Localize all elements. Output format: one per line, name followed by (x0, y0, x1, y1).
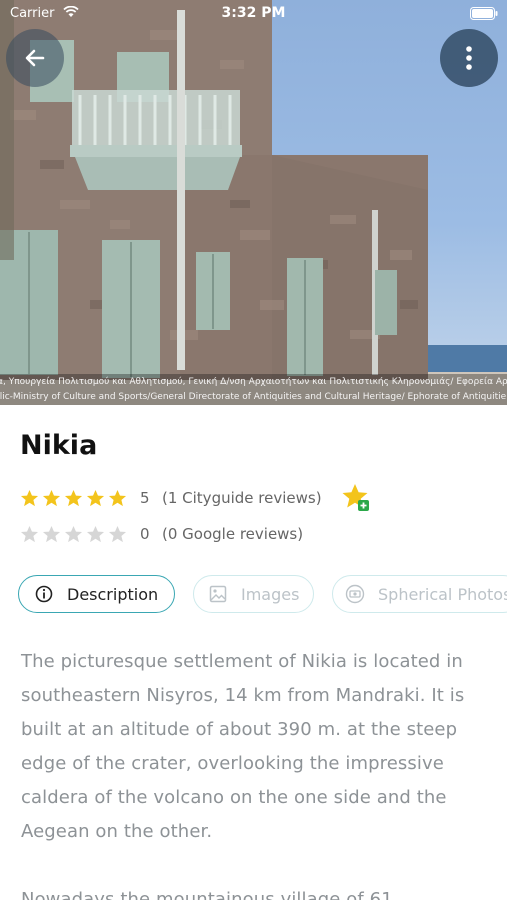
cityguide-star-icon (108, 489, 127, 506)
tab-spherical-photos-label: Spherical Photos (378, 584, 507, 604)
add-favorite-button[interactable] (340, 482, 372, 514)
google-star-icon (42, 525, 61, 542)
google-star-icon (64, 525, 83, 542)
google-star-icon (108, 525, 127, 542)
photo-credit: ία, Υπουργεία Πολιτισμού και Αθλητισμού,… (0, 374, 507, 405)
tab-description-label: Description (67, 584, 159, 604)
arrow-left-icon (25, 49, 45, 67)
battery-icon (470, 7, 498, 20)
google-star-icon (86, 525, 105, 542)
tab-spherical-photos[interactable]: Spherical Photos (332, 575, 507, 613)
cityguide-star-icon (64, 489, 83, 506)
photo-credit-text-2: blic-Ministry of Culture and Sports/Gene… (0, 392, 507, 402)
cityguide-reviews-label: (1 Cityguide reviews) (162, 489, 322, 507)
cityguide-stars (20, 489, 132, 508)
google-stars (20, 525, 132, 544)
panorama-icon (345, 584, 365, 604)
cityguide-star-icon (42, 489, 61, 506)
building-illustration (0, 0, 507, 405)
status-bar: Carrier 3:32 PM (0, 0, 507, 28)
photo-credit-text: ία, Υπουργεία Πολιτισμού και Αθλητισμού,… (0, 377, 507, 387)
google-rating-count: 0 (140, 525, 150, 543)
cityguide-rating-count: 5 (140, 489, 150, 507)
hero-photo: ία, Υπουργεία Πολιτισμού και Αθλητισμού,… (0, 0, 507, 405)
google-star-icon (20, 525, 39, 542)
back-button[interactable] (6, 29, 64, 87)
more-options-button[interactable] (440, 29, 498, 87)
star-add-icon (342, 484, 369, 511)
description-paragraph: The picturesque settlement of Nikia is l… (21, 651, 465, 842)
cityguide-star-icon (86, 489, 105, 506)
tab-images[interactable]: Images (193, 575, 314, 613)
cityguide-rating[interactable]: 5 (1 Cityguide reviews) (20, 487, 322, 509)
image-icon (208, 584, 228, 604)
tab-description[interactable]: Description (18, 575, 175, 613)
description-paragraph: Nowadays the mountainous village of 61 (21, 889, 393, 900)
clock: 3:32 PM (221, 5, 286, 21)
info-circle-icon (34, 584, 54, 604)
place-title: Nikia (20, 430, 98, 461)
cityguide-star-icon (20, 489, 39, 506)
google-rating[interactable]: 0 (0 Google reviews) (20, 523, 303, 545)
tab-images-label: Images (241, 584, 300, 604)
description-text: The picturesque settlement of Nikia is l… (21, 645, 491, 900)
google-reviews-label: (0 Google reviews) (162, 525, 304, 543)
more-vertical-icon (466, 46, 472, 70)
